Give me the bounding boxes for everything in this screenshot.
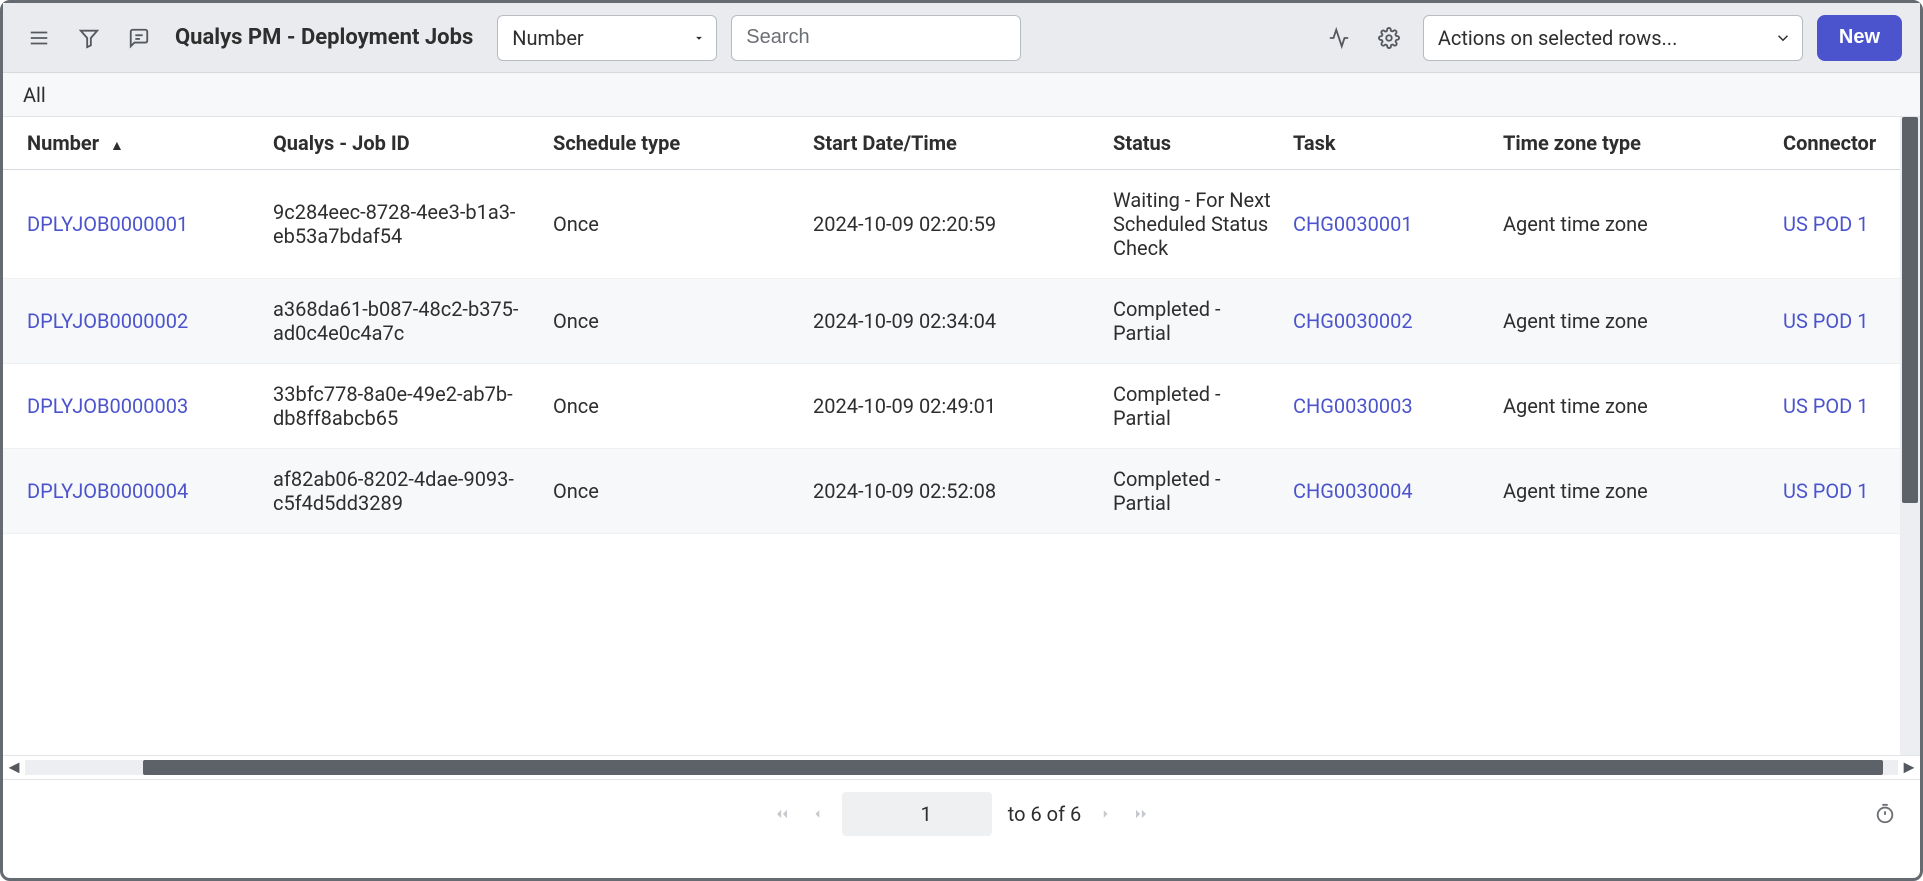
sort-asc-icon: ▲ xyxy=(110,138,124,154)
table-row[interactable]: DPLYJOB0000002 a368da61-b087-48c2-b375-ad… xyxy=(3,279,1920,364)
cell-number-link[interactable]: DPLYJOB0000002 xyxy=(27,309,188,333)
cell-start: 2024-10-09 02:49:01 xyxy=(803,364,1103,449)
chevron-right-icon xyxy=(1097,805,1115,823)
cell-tz: Agent time zone xyxy=(1493,364,1773,449)
pager: 1 to 6 of 6 xyxy=(772,792,1151,836)
cell-task-link[interactable]: CHG0030001 xyxy=(1293,212,1413,236)
cell-schedule: Once xyxy=(543,170,803,279)
actions-select-label: Actions on selected rows... xyxy=(1438,26,1677,50)
vertical-scrollbar-thumb[interactable] xyxy=(1902,117,1918,503)
col-header-task[interactable]: Task xyxy=(1283,117,1493,170)
table-row[interactable]: DPLYJOB0000001 9c284eec-8728-4ee3-b1a3-eb… xyxy=(3,170,1920,279)
filter-label[interactable]: All xyxy=(23,83,46,107)
cell-number-link[interactable]: DPLYJOB0000004 xyxy=(27,479,188,503)
search-input[interactable] xyxy=(731,15,1021,61)
table-row[interactable]: DPLYJOB0000004 af82ab06-8202-4dae-9093-c5… xyxy=(3,449,1920,534)
pager-first[interactable] xyxy=(772,804,792,824)
comment-button[interactable] xyxy=(121,20,157,56)
pager-next[interactable] xyxy=(1097,805,1115,823)
double-chevron-left-icon xyxy=(772,804,792,824)
cell-number-link[interactable]: DPLYJOB0000001 xyxy=(27,212,188,236)
cell-tz: Agent time zone xyxy=(1493,449,1773,534)
cell-status: Waiting - For Next Scheduled Status Chec… xyxy=(1103,170,1283,279)
cell-jobid: af82ab06-8202-4dae-9093-c5f4d5dd3289 xyxy=(263,449,543,534)
toolbar: Qualys PM - Deployment Jobs Number Actio… xyxy=(3,3,1920,73)
menu-button[interactable] xyxy=(21,20,57,56)
col-header-status[interactable]: Status xyxy=(1103,117,1283,170)
cell-connector-link[interactable]: US POD 1 xyxy=(1783,394,1869,418)
table-container: Number ▲ Qualys - Job ID Schedule type S… xyxy=(3,117,1920,755)
cell-tz: Agent time zone xyxy=(1493,279,1773,364)
menu-icon xyxy=(28,27,50,49)
vertical-scrollbar[interactable] xyxy=(1900,117,1920,755)
new-button[interactable]: New xyxy=(1817,15,1902,61)
filter-icon xyxy=(78,27,100,49)
data-table: Number ▲ Qualys - Job ID Schedule type S… xyxy=(3,117,1920,534)
cell-jobid: 33bfc778-8a0e-49e2-ab7b-db8ff8abcb65 xyxy=(263,364,543,449)
search-field-selected: Number xyxy=(512,26,583,50)
cell-schedule: Once xyxy=(543,279,803,364)
chevron-left-icon xyxy=(808,805,826,823)
gear-icon xyxy=(1378,27,1400,49)
cell-jobid: a368da61-b087-48c2-b375-ad0c4e0c4a7c xyxy=(263,279,543,364)
search-field-select[interactable]: Number xyxy=(497,15,717,61)
page-title: Qualys PM - Deployment Jobs xyxy=(175,25,473,50)
cell-connector-link[interactable]: US POD 1 xyxy=(1783,309,1869,333)
footer: 1 to 6 of 6 xyxy=(3,779,1920,847)
double-chevron-right-icon xyxy=(1131,804,1151,824)
cell-schedule: Once xyxy=(543,449,803,534)
hscroll-left-arrow[interactable]: ◄ xyxy=(3,756,25,779)
hscroll-track[interactable] xyxy=(25,760,1898,775)
chevron-down-icon xyxy=(1774,29,1792,47)
chevron-down-icon xyxy=(692,31,706,45)
actions-select[interactable]: Actions on selected rows... xyxy=(1423,15,1803,61)
page-number-box[interactable]: 1 xyxy=(842,792,992,836)
timer-button[interactable] xyxy=(1874,803,1896,825)
cell-start: 2024-10-09 02:52:08 xyxy=(803,449,1103,534)
cell-start: 2024-10-09 02:34:04 xyxy=(803,279,1103,364)
cell-connector-link[interactable]: US POD 1 xyxy=(1783,479,1869,503)
pager-last[interactable] xyxy=(1131,804,1151,824)
col-header-tz[interactable]: Time zone type xyxy=(1493,117,1773,170)
hscroll-right-arrow[interactable]: ► xyxy=(1898,756,1920,779)
table-row[interactable]: DPLYJOB0000003 33bfc778-8a0e-49e2-ab7b-db… xyxy=(3,364,1920,449)
col-header-start[interactable]: Start Date/Time xyxy=(803,117,1103,170)
cell-schedule: Once xyxy=(543,364,803,449)
cell-task-link[interactable]: CHG0030003 xyxy=(1293,394,1413,418)
cell-task-link[interactable]: CHG0030002 xyxy=(1293,309,1413,333)
settings-button[interactable] xyxy=(1371,20,1407,56)
col-header-number[interactable]: Number ▲ xyxy=(3,117,263,170)
pager-prev[interactable] xyxy=(808,805,826,823)
col-header-connector[interactable]: Connector xyxy=(1773,117,1920,170)
filter-bar: All xyxy=(3,73,1920,117)
cell-jobid: 9c284eec-8728-4ee3-b1a3-eb53a7bdaf54 xyxy=(263,170,543,279)
cell-status: Completed - Partial xyxy=(1103,279,1283,364)
activity-button[interactable] xyxy=(1321,20,1357,56)
page-number: 1 xyxy=(921,802,932,826)
horizontal-scrollbar[interactable]: ◄ ► xyxy=(3,755,1920,779)
cell-connector-link[interactable]: US POD 1 xyxy=(1783,212,1869,236)
cell-start: 2024-10-09 02:20:59 xyxy=(803,170,1103,279)
hscroll-thumb[interactable] xyxy=(143,760,1883,775)
cell-number-link[interactable]: DPLYJOB0000003 xyxy=(27,394,188,418)
cell-status: Completed - Partial xyxy=(1103,449,1283,534)
cell-tz: Agent time zone xyxy=(1493,170,1773,279)
col-header-jobid[interactable]: Qualys - Job ID xyxy=(263,117,543,170)
activity-icon xyxy=(1328,27,1350,49)
filter-button[interactable] xyxy=(71,20,107,56)
cell-task-link[interactable]: CHG0030004 xyxy=(1293,479,1413,503)
cell-status: Completed - Partial xyxy=(1103,364,1283,449)
comment-icon xyxy=(128,27,150,49)
col-header-schedule[interactable]: Schedule type xyxy=(543,117,803,170)
timer-icon xyxy=(1874,803,1896,825)
page-range-text: to 6 of 6 xyxy=(1008,802,1081,826)
